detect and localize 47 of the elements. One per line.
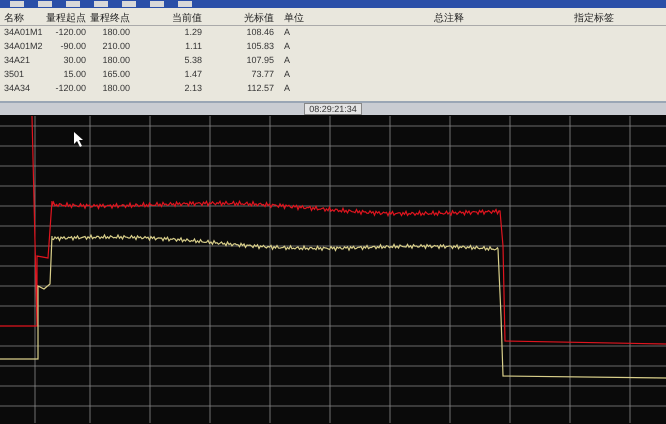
table-cell-text: 34A01M2	[3, 40, 44, 54]
table-cell-text: 73.77	[250, 68, 274, 82]
toolbar-icon[interactable]	[178, 1, 192, 7]
column-header[interactable]: 当前值	[130, 11, 202, 26]
toolbar-icon[interactable]	[150, 1, 164, 7]
toolbar-icon[interactable]	[10, 1, 24, 7]
table-cell-text: 34A01M1	[3, 26, 44, 40]
table-cell-text: 108.46	[245, 26, 274, 40]
table-cell-text: A	[283, 82, 292, 96]
table-cell-text: 180.00	[101, 26, 130, 40]
timestamp: 08:29:21:34	[304, 103, 362, 115]
table-cell-text: 105.83	[245, 40, 274, 54]
table-cell-text: A	[283, 54, 292, 68]
table-cell-text: 1.11	[184, 40, 202, 54]
table-cell-text: 2.13	[183, 82, 202, 96]
table-cell-text: -90.00	[59, 40, 86, 54]
table-cell-text: 210.00	[101, 40, 130, 54]
column-header[interactable]: 指定标签	[514, 11, 666, 26]
column-header[interactable]: 光标值	[202, 11, 274, 26]
cursor-arrow-icon	[74, 132, 83, 147]
column-header[interactable]: 量程起点	[44, 11, 86, 26]
table-cell-text: 15.00	[62, 68, 86, 82]
table-cell-text: -120.00	[54, 26, 86, 40]
column-header[interactable]: 单位	[274, 11, 314, 26]
toolbar-icon[interactable]	[66, 1, 80, 7]
table-cell-text: 1.47	[183, 68, 202, 82]
table-cell-text: 34A21	[3, 54, 32, 68]
table-cell-text: 107.95	[245, 54, 274, 68]
table-cell-text: 3501	[3, 68, 26, 82]
toolbar-icon[interactable]	[122, 1, 136, 7]
column-header[interactable]: 总注释	[314, 11, 514, 26]
toolbar-icon[interactable]	[38, 1, 52, 7]
table-cell-text: 30.00	[62, 54, 86, 68]
table-cell-text: A	[283, 40, 292, 54]
table-cell-text: A	[283, 26, 292, 40]
table-cell-text: 112.57	[246, 82, 274, 96]
table-cell-text: A	[283, 68, 292, 82]
table-cell-text: -120.00	[54, 82, 86, 96]
toolbar-icon[interactable]	[94, 1, 108, 7]
table-cell-text: 180.00	[101, 82, 130, 96]
column-header[interactable]: 名称	[0, 11, 44, 26]
table-cell-text: 5.38	[183, 54, 202, 68]
table-cell-text: 165.00	[101, 68, 130, 82]
column-header[interactable]: 量程终点	[86, 11, 130, 26]
table-cell-text: 1.29	[183, 26, 202, 40]
table-cell-text: 180.00	[101, 54, 130, 68]
table-cell-text: 34A34	[3, 82, 32, 96]
